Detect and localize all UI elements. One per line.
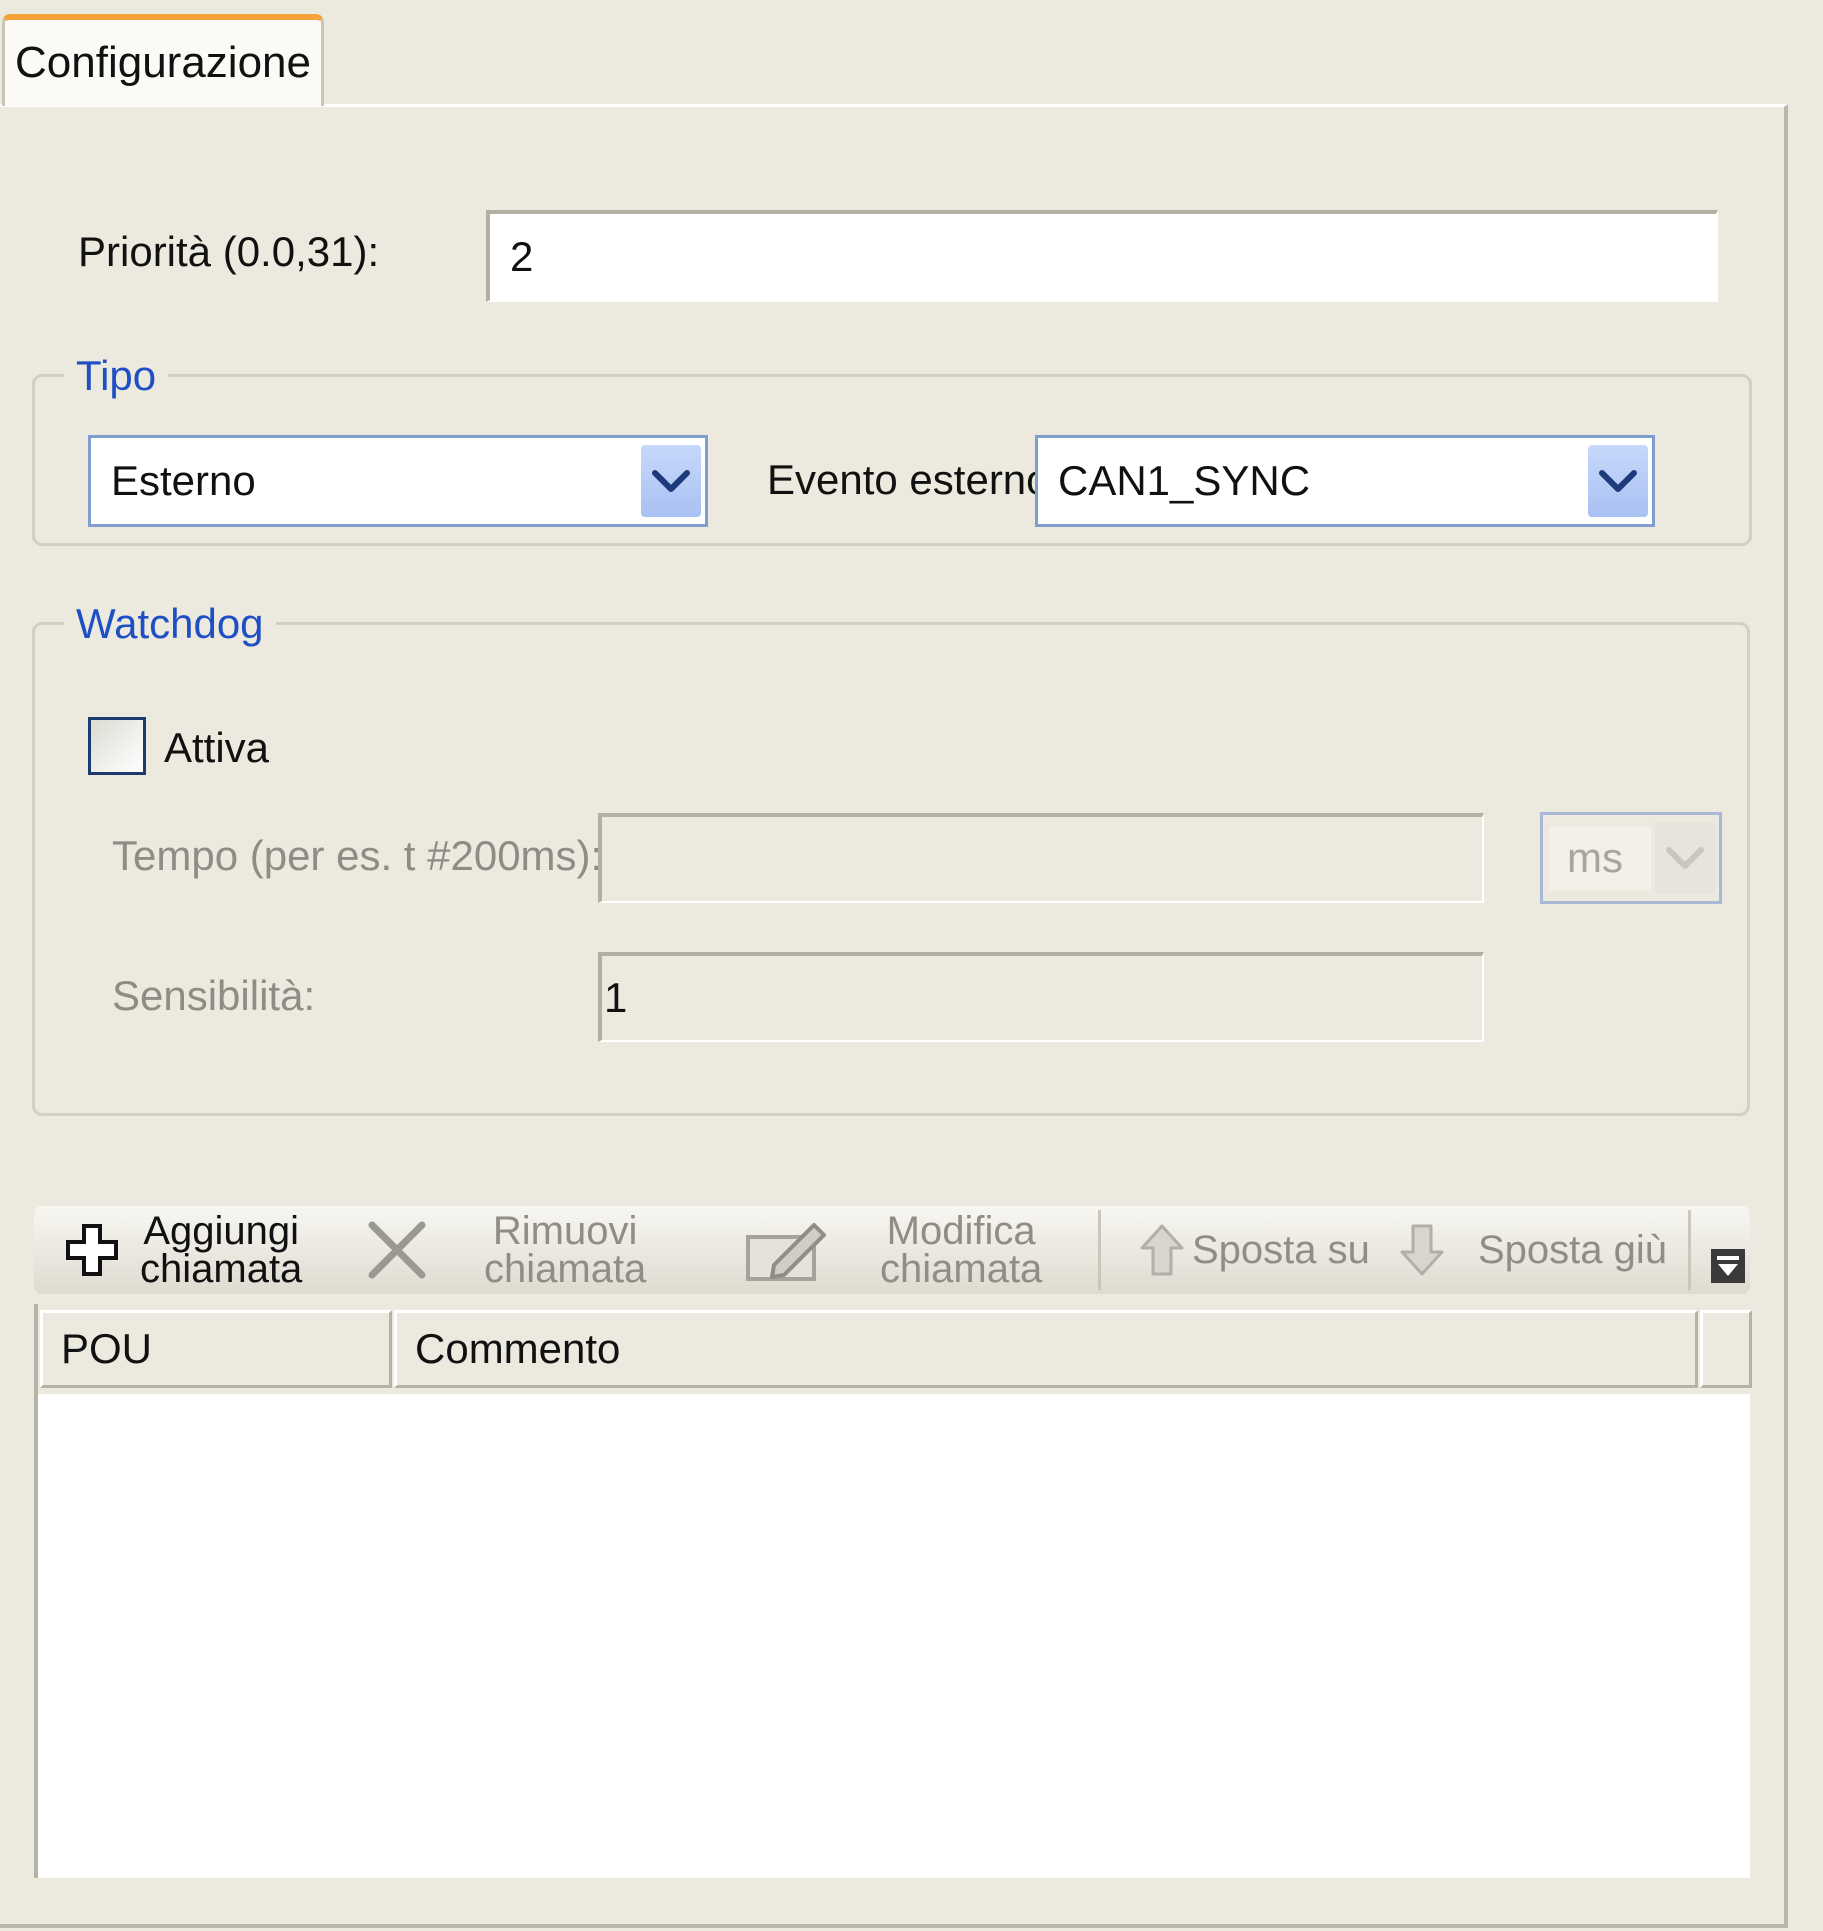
add-call-label-line1: Aggiungi xyxy=(143,1209,299,1253)
edit-call-button[interactable]: Modifica chiamata xyxy=(744,1209,1043,1291)
external-event-value: CAN1_SYNC xyxy=(1058,457,1311,504)
type-select[interactable]: Esterno xyxy=(88,435,708,527)
add-call-button[interactable]: Aggiungi chiamata xyxy=(64,1209,303,1291)
external-event-select[interactable]: CAN1_SYNC xyxy=(1035,435,1655,527)
arrow-down-icon xyxy=(1400,1224,1444,1276)
call-table: POU Commento xyxy=(34,1304,1752,1878)
priority-label: Priorità (0.0,31): xyxy=(78,228,380,275)
tipo-group-title: Tipo xyxy=(64,352,169,400)
move-up-button[interactable]: Sposta su xyxy=(1140,1212,1370,1288)
watchdog-sensitivity-label: Sensibilità: xyxy=(112,972,316,1019)
column-header-filler xyxy=(1700,1310,1752,1388)
task-configuration-editor: Configurazione Priorità (0.0,31): 2 Tipo… xyxy=(0,0,1823,1931)
move-up-label: Sposta su xyxy=(1192,1228,1370,1272)
remove-call-button[interactable]: Rimuovi chiamata xyxy=(364,1209,647,1291)
chevron-down-icon[interactable] xyxy=(641,445,701,517)
watchdog-time-input[interactable] xyxy=(598,813,1484,903)
chevron-down-icon[interactable] xyxy=(1588,445,1648,517)
move-down-label: Sposta giù xyxy=(1478,1228,1668,1272)
move-down-button[interactable]: Sposta giù xyxy=(1400,1212,1667,1288)
table-header: POU Commento xyxy=(38,1304,1752,1394)
remove-call-label-line1: Rimuovi xyxy=(492,1209,638,1253)
chevron-down-icon[interactable] xyxy=(1655,822,1715,894)
time-unit-value: ms xyxy=(1549,826,1651,890)
type-select-value: Esterno xyxy=(111,457,256,504)
toolbar-overflow-button[interactable] xyxy=(1710,1248,1746,1284)
add-icon xyxy=(64,1222,120,1278)
tab-configurazione[interactable]: Configurazione xyxy=(2,14,324,106)
watchdog-enable-checkbox[interactable] xyxy=(88,717,146,775)
overflow-chevron-icon xyxy=(1710,1248,1746,1284)
watchdog-time-label: Tempo (per es. t #200ms): xyxy=(112,832,603,879)
watchdog-time-unit-select[interactable]: ms xyxy=(1540,812,1722,904)
edit-icon xyxy=(744,1215,830,1285)
toolbar-separator xyxy=(1688,1210,1691,1290)
add-call-label-line2: chiamata xyxy=(140,1247,303,1291)
edit-call-label-line1: Modifica xyxy=(886,1209,1036,1253)
priority-input[interactable]: 2 xyxy=(486,210,1718,302)
watchdog-group-title: Watchdog xyxy=(64,600,276,648)
remove-icon xyxy=(364,1217,430,1283)
toolbar-separator xyxy=(1098,1210,1101,1290)
column-header-pou[interactable]: POU xyxy=(40,1310,392,1388)
call-toolbar: Aggiungi chiamata Rimuovi chiamata Modif… xyxy=(34,1206,1750,1294)
edit-call-label-line2: chiamata xyxy=(880,1247,1043,1291)
column-header-commento[interactable]: Commento xyxy=(394,1310,1698,1388)
watchdog-enable-label: Attiva xyxy=(164,724,270,771)
remove-call-label-line2: chiamata xyxy=(484,1247,647,1291)
watchdog-sensitivity-input[interactable]: 1 xyxy=(598,952,1484,1042)
arrow-up-icon xyxy=(1140,1224,1184,1276)
external-event-label: Evento esterno: xyxy=(767,456,1062,503)
